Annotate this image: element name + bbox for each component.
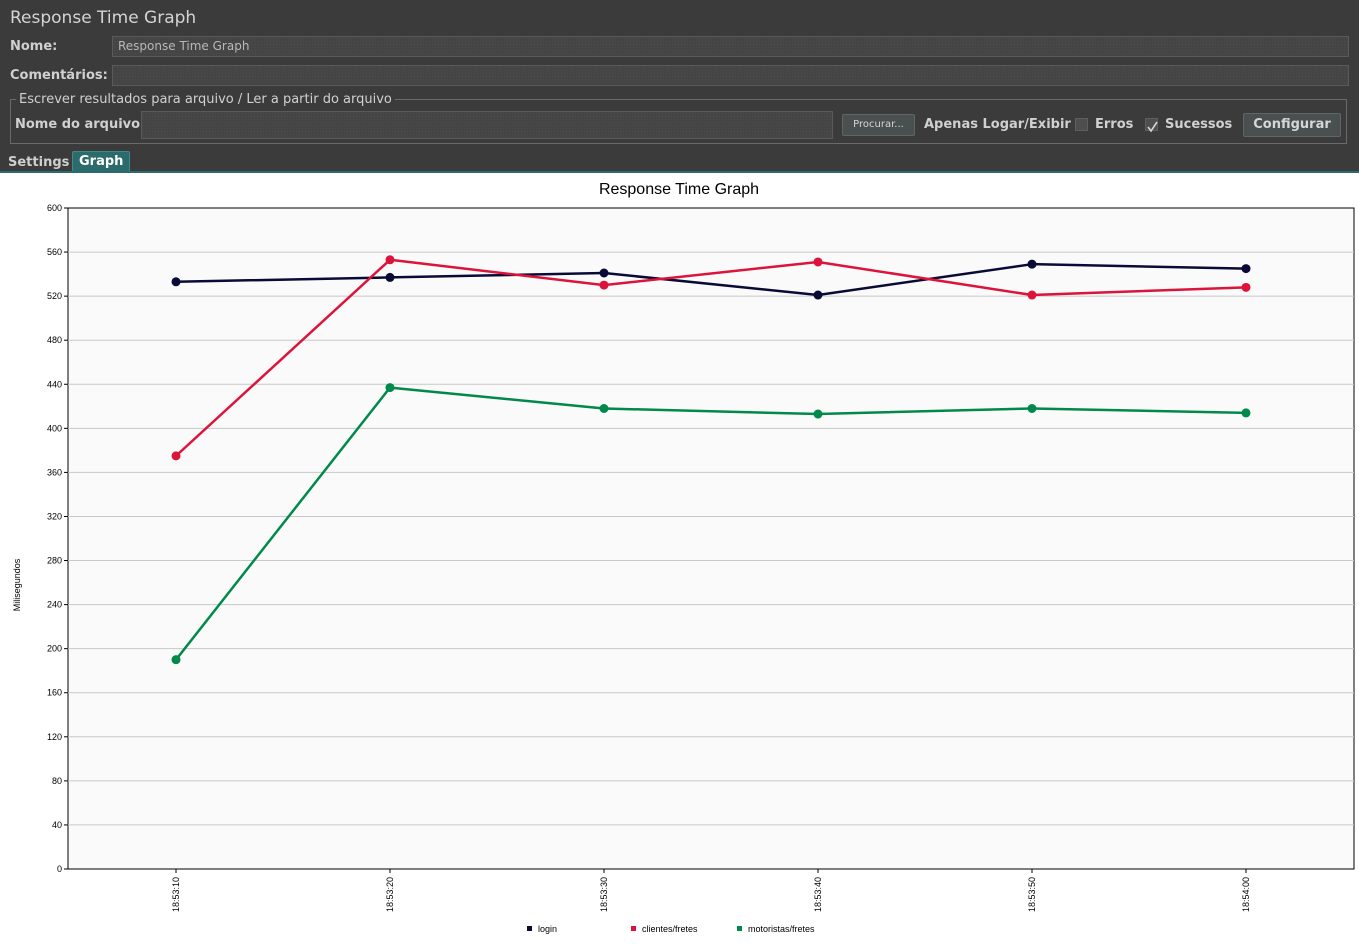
errors-checkbox[interactable] [1075,118,1088,131]
y-tick-label: 80 [52,776,62,786]
name-label: Nome: [10,39,58,54]
filename-label: Nome do arquivo [15,117,141,132]
y-tick-label: 360 [47,467,62,477]
y-tick-label: 480 [47,335,62,345]
data-point [813,409,823,419]
response-time-chart: Response Time Graph 0 40 80 120 160 200 240 280… [0,173,1359,950]
data-point [1241,264,1251,274]
x-tick-label: 18:54:00 [1241,877,1251,912]
legend-swatch [527,926,532,931]
comments-label: Comentários: [10,68,108,83]
y-tick-label: 600 [47,203,62,213]
data-point [385,255,395,265]
log-only-label: Apenas Logar/Exibir [924,117,1071,132]
tab-graph[interactable]: Graph [72,151,131,171]
y-tick-label: 320 [47,511,62,521]
successes-checkbox[interactable] [1145,118,1158,133]
file-groupbox-legend: Escrever resultados para arquivo / Ler a… [16,92,395,107]
y-tick-label: 560 [47,247,62,257]
x-tick-label: 18:53:20 [385,877,395,912]
y-tick-label: 400 [47,423,62,433]
x-tick-label: 18:53:40 [813,877,823,912]
data-point [1027,290,1037,300]
errors-label: Erros [1095,117,1134,132]
legend-label: clientes/fretes [642,924,698,934]
x-tick-label: 18:53:50 [1027,877,1037,912]
y-axis-label: Milisegundos [12,558,22,611]
data-point [1027,404,1037,414]
data-point [599,268,609,278]
x-tick-label: 18:53:10 [171,877,181,912]
legend-swatch [631,926,636,931]
data-point [385,272,395,282]
checkmark-icon [1147,121,1158,133]
legend-label: motoristas/fretes [748,924,815,934]
legend-swatch [737,926,742,931]
y-tick-label: 160 [47,688,62,698]
y-tick-label: 120 [47,732,62,742]
data-point [171,655,181,665]
data-point [1241,408,1251,418]
data-point [813,290,823,300]
y-tick-label: 240 [47,600,62,610]
tab-settings[interactable]: Settings [2,153,75,173]
chart-title: Response Time Graph [599,181,759,198]
graph-area: Response Time Graph 0 40 80 120 160 200 240 280… [0,173,1359,950]
x-tick-label: 18:53:30 [599,877,609,912]
browse-button[interactable]: Procurar... [842,114,915,136]
filename-field[interactable] [141,111,833,139]
panel-title: Response Time Graph [10,8,197,28]
data-point [599,404,609,414]
data-point [1027,259,1037,269]
plot-area [67,207,1355,870]
y-tick-label: 280 [47,556,62,566]
y-tick-label: 520 [47,291,62,301]
data-point [171,451,181,461]
data-point [599,280,609,290]
data-point [171,277,181,287]
y-tick-label: 0 [57,864,62,874]
name-field[interactable]: Response Time Graph [112,36,1349,57]
y-tick-label: 200 [47,644,62,654]
comments-field[interactable] [112,65,1349,86]
y-tick-label: 40 [52,820,62,830]
legend-label: login [538,924,557,934]
data-point [385,383,395,393]
configure-button[interactable]: Configurar [1243,113,1341,137]
successes-label: Sucessos [1165,117,1233,132]
data-point [1241,282,1251,292]
y-tick-label: 440 [47,379,62,389]
data-point [813,257,823,267]
